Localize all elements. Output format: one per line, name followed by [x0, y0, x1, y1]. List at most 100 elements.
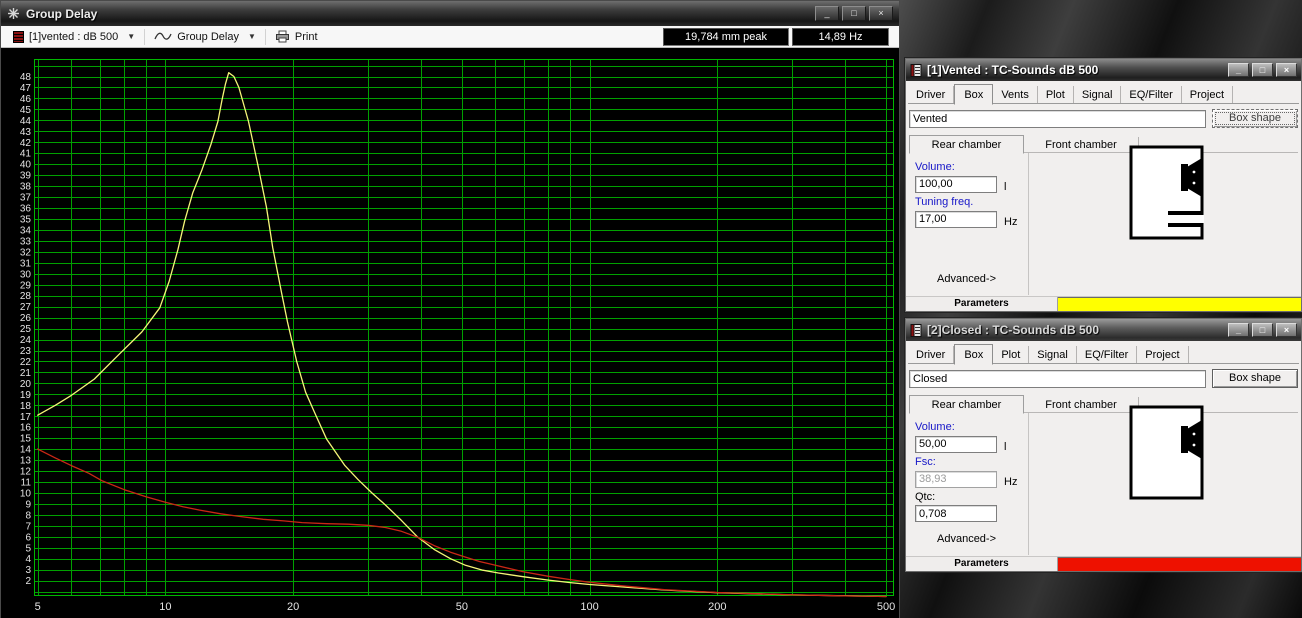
- desktop: Group Delay _ □ × [1]vented : dB 500 ▼: [0, 0, 1302, 618]
- project-document-icon: [910, 64, 922, 77]
- tab-signal[interactable]: Signal: [1074, 86, 1122, 103]
- minimize-button[interactable]: _: [815, 6, 839, 21]
- project-selector[interactable]: [1]vented : dB 500 ▼: [7, 27, 141, 47]
- tab-eq-filter[interactable]: EQ/Filter: [1121, 86, 1181, 103]
- field-input-qtc[interactable]: [915, 505, 997, 522]
- y-tick-label: 38: [20, 182, 32, 193]
- x-tick-label: 200: [708, 601, 726, 613]
- parameters-tab[interactable]: Parameters: [906, 557, 1058, 571]
- project-icon: [13, 31, 24, 43]
- curve-color-indicator: [1058, 297, 1301, 311]
- tab-plot[interactable]: Plot: [1038, 86, 1074, 103]
- vented-fields-panel: Volume:lTuning freq.Hz Advanced->: [909, 153, 1029, 295]
- y-tick-label: 47: [20, 83, 32, 94]
- printer-icon: [275, 30, 290, 43]
- minimize-button[interactable]: _: [1228, 323, 1249, 337]
- plot-type-label: Group Delay: [177, 31, 239, 43]
- chart-toolbar: [1]vented : dB 500 ▼ Group Delay ▼ Print: [1, 26, 899, 48]
- box-shape-button[interactable]: Box shape: [1212, 369, 1298, 388]
- y-tick-label: 13: [20, 456, 32, 467]
- y-tick-label: 8: [25, 510, 31, 521]
- close-button[interactable]: ×: [869, 6, 893, 21]
- y-tick-label: 46: [20, 94, 32, 105]
- y-tick-label: 26: [20, 313, 32, 324]
- plot-type-selector[interactable]: Group Delay ▼: [148, 27, 262, 47]
- tab-eq-filter[interactable]: EQ/Filter: [1077, 346, 1137, 363]
- y-tick-label: 42: [20, 138, 32, 149]
- y-tick-label: 25: [20, 324, 32, 335]
- print-label: Print: [295, 31, 318, 43]
- minimize-button[interactable]: _: [1228, 63, 1249, 77]
- box-name-row: Box shape: [909, 367, 1298, 390]
- field-input-fsc: [915, 471, 997, 488]
- peak-frequency-display: 14,89 Hz: [792, 28, 889, 46]
- tab-box[interactable]: Box: [954, 84, 993, 105]
- tab-driver[interactable]: Driver: [908, 346, 954, 363]
- chamber-tab-front-chamber[interactable]: Front chamber: [1024, 397, 1139, 413]
- y-tick-label: 5: [25, 543, 31, 554]
- closed-window-body: DriverBoxPlotSignalEQ/FilterProject Box …: [906, 341, 1301, 571]
- box-name-row: Box shape: [909, 107, 1298, 130]
- tab-signal[interactable]: Signal: [1029, 346, 1077, 363]
- plot-window-icon: [7, 7, 20, 20]
- parameters-tab[interactable]: Parameters: [906, 297, 1058, 311]
- chamber-tab-rear-chamber[interactable]: Rear chamber: [909, 395, 1024, 414]
- fields-list: Volume:lFsc:HzQtc:: [915, 421, 1022, 522]
- toolbar-separator: [265, 29, 266, 45]
- box-shape-button[interactable]: Box shape: [1212, 109, 1298, 128]
- closed-titlebar: [2]Closed : TC-Sounds dB 500 _ □ ×: [906, 319, 1301, 341]
- y-tick-label: 27: [20, 302, 32, 313]
- y-tick-label: 39: [20, 171, 32, 182]
- field-label-fsc: Fsc:: [915, 456, 1022, 468]
- tab-project[interactable]: Project: [1137, 346, 1188, 363]
- y-tick-label: 28: [20, 291, 32, 302]
- close-button[interactable]: ×: [1276, 63, 1297, 77]
- x-tick-label: 500: [877, 601, 895, 613]
- close-button[interactable]: ×: [1276, 323, 1297, 337]
- vented-statusbar: Parameters: [906, 296, 1301, 311]
- box-name-input[interactable]: [909, 370, 1206, 388]
- print-button[interactable]: Print: [269, 27, 324, 47]
- maximize-button[interactable]: □: [1252, 323, 1273, 337]
- y-tick-label: 34: [20, 225, 32, 236]
- window-title: [2]Closed : TC-Sounds dB 500: [927, 323, 1099, 337]
- field-input-volume[interactable]: [915, 176, 997, 193]
- field-tuning-freq: Hz: [915, 210, 1022, 228]
- closed-main-tabs: DriverBoxPlotSignalEQ/FilterProject: [908, 343, 1299, 364]
- y-tick-label: 41: [20, 149, 32, 160]
- x-tick-label: 50: [456, 601, 468, 613]
- maximize-button[interactable]: □: [1252, 63, 1273, 77]
- tab-plot[interactable]: Plot: [993, 346, 1029, 363]
- tab-project[interactable]: Project: [1182, 86, 1233, 103]
- y-tick-label: 35: [20, 215, 32, 226]
- field-input-tuning-freq[interactable]: [915, 211, 997, 228]
- project-document-icon: [910, 324, 922, 337]
- y-tick-label: 9: [25, 499, 31, 510]
- x-tick-label: 100: [580, 601, 598, 613]
- y-tick-label: 33: [20, 236, 32, 247]
- vented-window-body: DriverBoxVentsPlotSignalEQ/FilterProject…: [906, 81, 1301, 311]
- series-vented: [38, 73, 886, 597]
- advanced-link[interactable]: Advanced->: [937, 273, 996, 285]
- advanced-link[interactable]: Advanced->: [937, 533, 996, 545]
- maximize-button[interactable]: □: [842, 6, 866, 21]
- y-tick-label: 16: [20, 423, 32, 434]
- tab-driver[interactable]: Driver: [908, 86, 954, 103]
- y-tick-label: 10: [20, 488, 32, 499]
- field-input-volume[interactable]: [915, 436, 997, 453]
- vented-main-tabs: DriverBoxVentsPlotSignalEQ/FilterProject: [908, 83, 1299, 104]
- curve-color-indicator: [1058, 557, 1301, 571]
- project-selector-label: [1]vented : dB 500: [29, 31, 118, 43]
- y-axis-labels: 2345678910111213141516171819202122232425…: [20, 72, 32, 587]
- unit-label: Hz: [1004, 476, 1017, 488]
- tab-vents[interactable]: Vents: [993, 86, 1038, 103]
- peak-value-display: 19,784 mm peak: [663, 28, 789, 46]
- chevron-down-icon: ▼: [127, 32, 135, 41]
- chamber-tab-front-chamber[interactable]: Front chamber: [1024, 137, 1139, 153]
- tab-box[interactable]: Box: [954, 344, 993, 365]
- closed-fields-panel: Volume:lFsc:HzQtc: Advanced->: [909, 413, 1029, 555]
- chamber-tab-rear-chamber[interactable]: Rear chamber: [909, 135, 1024, 154]
- box-name-input[interactable]: [909, 110, 1206, 128]
- closed-statusbar: Parameters: [906, 556, 1301, 571]
- y-tick-label: 29: [20, 280, 32, 291]
